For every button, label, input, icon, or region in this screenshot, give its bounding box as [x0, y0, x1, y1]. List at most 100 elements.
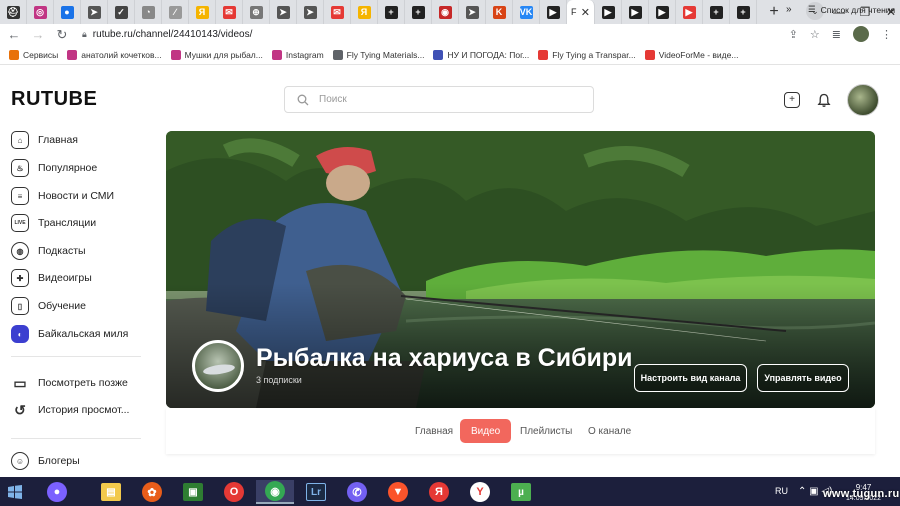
bookmarks-more-icon[interactable]: » [786, 4, 792, 15]
browser-tab[interactable]: ◉ [432, 0, 459, 24]
profile-avatar[interactable] [853, 26, 869, 42]
close-tab-icon[interactable]: ✕ [581, 6, 590, 19]
browser-tab[interactable]: ⛑ [0, 0, 27, 24]
browser-tab[interactable]: + [378, 0, 405, 24]
bookmark-item[interactable]: анатолий кочетков... [67, 49, 162, 60]
bookmarks-bar: Сервисы анатолий кочетков... Мушки для рыб… [0, 45, 900, 65]
sidebar-item[interactable]: ▯ Обучение [11, 296, 86, 316]
browser-tab[interactable]: ▶ [595, 0, 622, 24]
sidebar-item[interactable]: ⌂ Главная [11, 130, 78, 150]
tab-favicon-icon: ⊕ [249, 5, 263, 19]
reading-list[interactable]: ☰ Список для чтения [808, 4, 895, 15]
channel-tab[interactable]: О канале [577, 419, 642, 443]
browser-tab[interactable]: VK [513, 0, 540, 24]
taskbar-app[interactable]: ▤ [92, 480, 130, 504]
bookmark-item[interactable]: Fly Tying Materials... [332, 49, 424, 60]
taskbar-app[interactable]: µ [502, 480, 540, 504]
share-icon[interactable]: ⇪ [789, 28, 798, 41]
bookmark-item[interactable]: Мушки для рыбал... [170, 49, 263, 60]
browser-tab[interactable]: ▶ [540, 0, 567, 24]
search-input[interactable] [319, 94, 569, 105]
sidebar-item[interactable]: ▭ Посмотреть позже [11, 373, 128, 393]
star-icon[interactable]: ☆ [810, 28, 820, 41]
tab-favicon-icon: ▶ [601, 5, 615, 19]
taskbar-app[interactable]: ◉ [256, 480, 294, 504]
channel-title: Рыбалка на хариуса в Сибири [256, 344, 633, 372]
browser-tab[interactable]: K [486, 0, 513, 24]
sidebar-item-label: Подкасты [38, 245, 86, 257]
manage-videos-button[interactable]: Управлять видео [757, 364, 849, 392]
browser-tab[interactable]: + [703, 0, 730, 24]
browser-tab[interactable]: ✉ [324, 0, 351, 24]
sidebar-item[interactable]: ♨ Популярное [11, 158, 97, 178]
taskbar-app[interactable]: Я [420, 480, 458, 504]
browser-tab[interactable]: Я [189, 0, 216, 24]
active-browser-tab[interactable]: F ✕ [567, 0, 595, 24]
tab-favicon-icon: ▶ [546, 5, 560, 19]
browser-tab[interactable]: ∕ [162, 0, 189, 24]
browser-tab[interactable]: ● [54, 0, 81, 24]
search-box[interactable] [284, 86, 594, 113]
browser-tab[interactable]: ◔ [135, 0, 162, 24]
lightroom-icon: Lr [306, 483, 326, 501]
sidebar-item[interactable]: ☺ Блогеры [11, 451, 80, 471]
sidebar-item[interactable]: LIVE Трансляции [11, 213, 96, 233]
reload-icon[interactable]: ↻ [52, 27, 72, 43]
channel-tab[interactable]: Главная [404, 419, 464, 443]
browser-tab[interactable]: + [730, 0, 757, 24]
browser-tab[interactable]: ➤ [459, 0, 486, 24]
bookmark-favicon-icon [67, 49, 78, 60]
sidebar-item[interactable]: ↺ История просмот... [11, 400, 129, 420]
sidebar-item[interactable]: ≡ Новости и СМИ [11, 186, 114, 206]
windows-taskbar: ● ▤ ✿ ▣ O ◉ Lr ✆ ▼ Я Yµ [0, 477, 900, 506]
start-button[interactable] [0, 477, 30, 506]
reading-mode-icon[interactable]: ≣ [832, 28, 841, 41]
menu-dots-icon[interactable]: ⋮ [881, 28, 892, 41]
taskbar-app[interactable]: ▼ [379, 480, 417, 504]
taskbar-app[interactable]: ▣ [174, 480, 212, 504]
browser-tab[interactable]: ⊕ [243, 0, 270, 24]
rutube-logo[interactable]: RUTUBE [11, 88, 97, 111]
browser-tab[interactable]: + [405, 0, 432, 24]
opera-icon: O [224, 482, 244, 502]
language-indicator[interactable]: RU [775, 486, 788, 496]
taskbar-app[interactable]: ✆ [338, 480, 376, 504]
new-tab-icon[interactable]: + [763, 1, 785, 23]
channel-tab[interactable]: Видео [460, 419, 512, 443]
browser-tab[interactable]: ✉ [216, 0, 243, 24]
bookmark-item[interactable]: VideoForMe - виде... [644, 49, 738, 60]
browser-tab[interactable]: ▶ [622, 0, 649, 24]
upload-icon[interactable]: + [784, 92, 800, 108]
browser-tab[interactable]: ✓ [108, 0, 135, 24]
browser-tab[interactable]: ➤ [297, 0, 324, 24]
url-text[interactable]: rutube.ru/channel/24410143/videos/ [93, 29, 253, 40]
bookmark-item[interactable]: НУ И ПОГОДА: Пог... [433, 49, 529, 60]
browser-tab[interactable]: Я [351, 0, 378, 24]
bookmark-item[interactable]: Fly Tying a Transpar... [538, 49, 636, 60]
browser-tab[interactable]: ◎ [27, 0, 54, 24]
chrome-icon: ◉ [265, 481, 285, 501]
podcast-icon: ◍ [11, 242, 29, 260]
sidebar-item[interactable]: ◐ Байкальская миля [11, 324, 128, 344]
browser-tab[interactable]: ▶ [649, 0, 676, 24]
taskbar-app[interactable]: ✿ [133, 480, 171, 504]
taskbar-app[interactable]: O [215, 480, 253, 504]
taskbar-app[interactable]: Lr [297, 480, 335, 504]
browser-tab[interactable]: ➤ [270, 0, 297, 24]
bookmark-item[interactable]: Instagram [271, 49, 324, 60]
bookmark-item[interactable]: Сервисы [9, 49, 58, 60]
url-field[interactable]: 🔒︎ rutube.ru/channel/24410143/videos/ [82, 29, 252, 40]
browser-tab[interactable]: ➤ [81, 0, 108, 24]
bell-icon[interactable] [816, 92, 832, 108]
forward-icon[interactable]: → [28, 27, 48, 42]
sidebar-item[interactable]: ◍ Подкасты [11, 241, 86, 261]
user-avatar[interactable] [847, 84, 879, 116]
taskbar-app[interactable]: Y [461, 480, 499, 504]
taskbar-app[interactable]: ● [38, 480, 76, 504]
channel-tab[interactable]: Плейлисты [509, 419, 583, 443]
browser-tab[interactable]: ▶ [676, 0, 703, 24]
back-icon[interactable]: ← [4, 27, 24, 42]
sidebar-item[interactable]: ✚ Видеоигры [11, 268, 92, 288]
customize-channel-button[interactable]: Настроить вид канала [634, 364, 747, 392]
channel-avatar[interactable] [192, 340, 244, 392]
